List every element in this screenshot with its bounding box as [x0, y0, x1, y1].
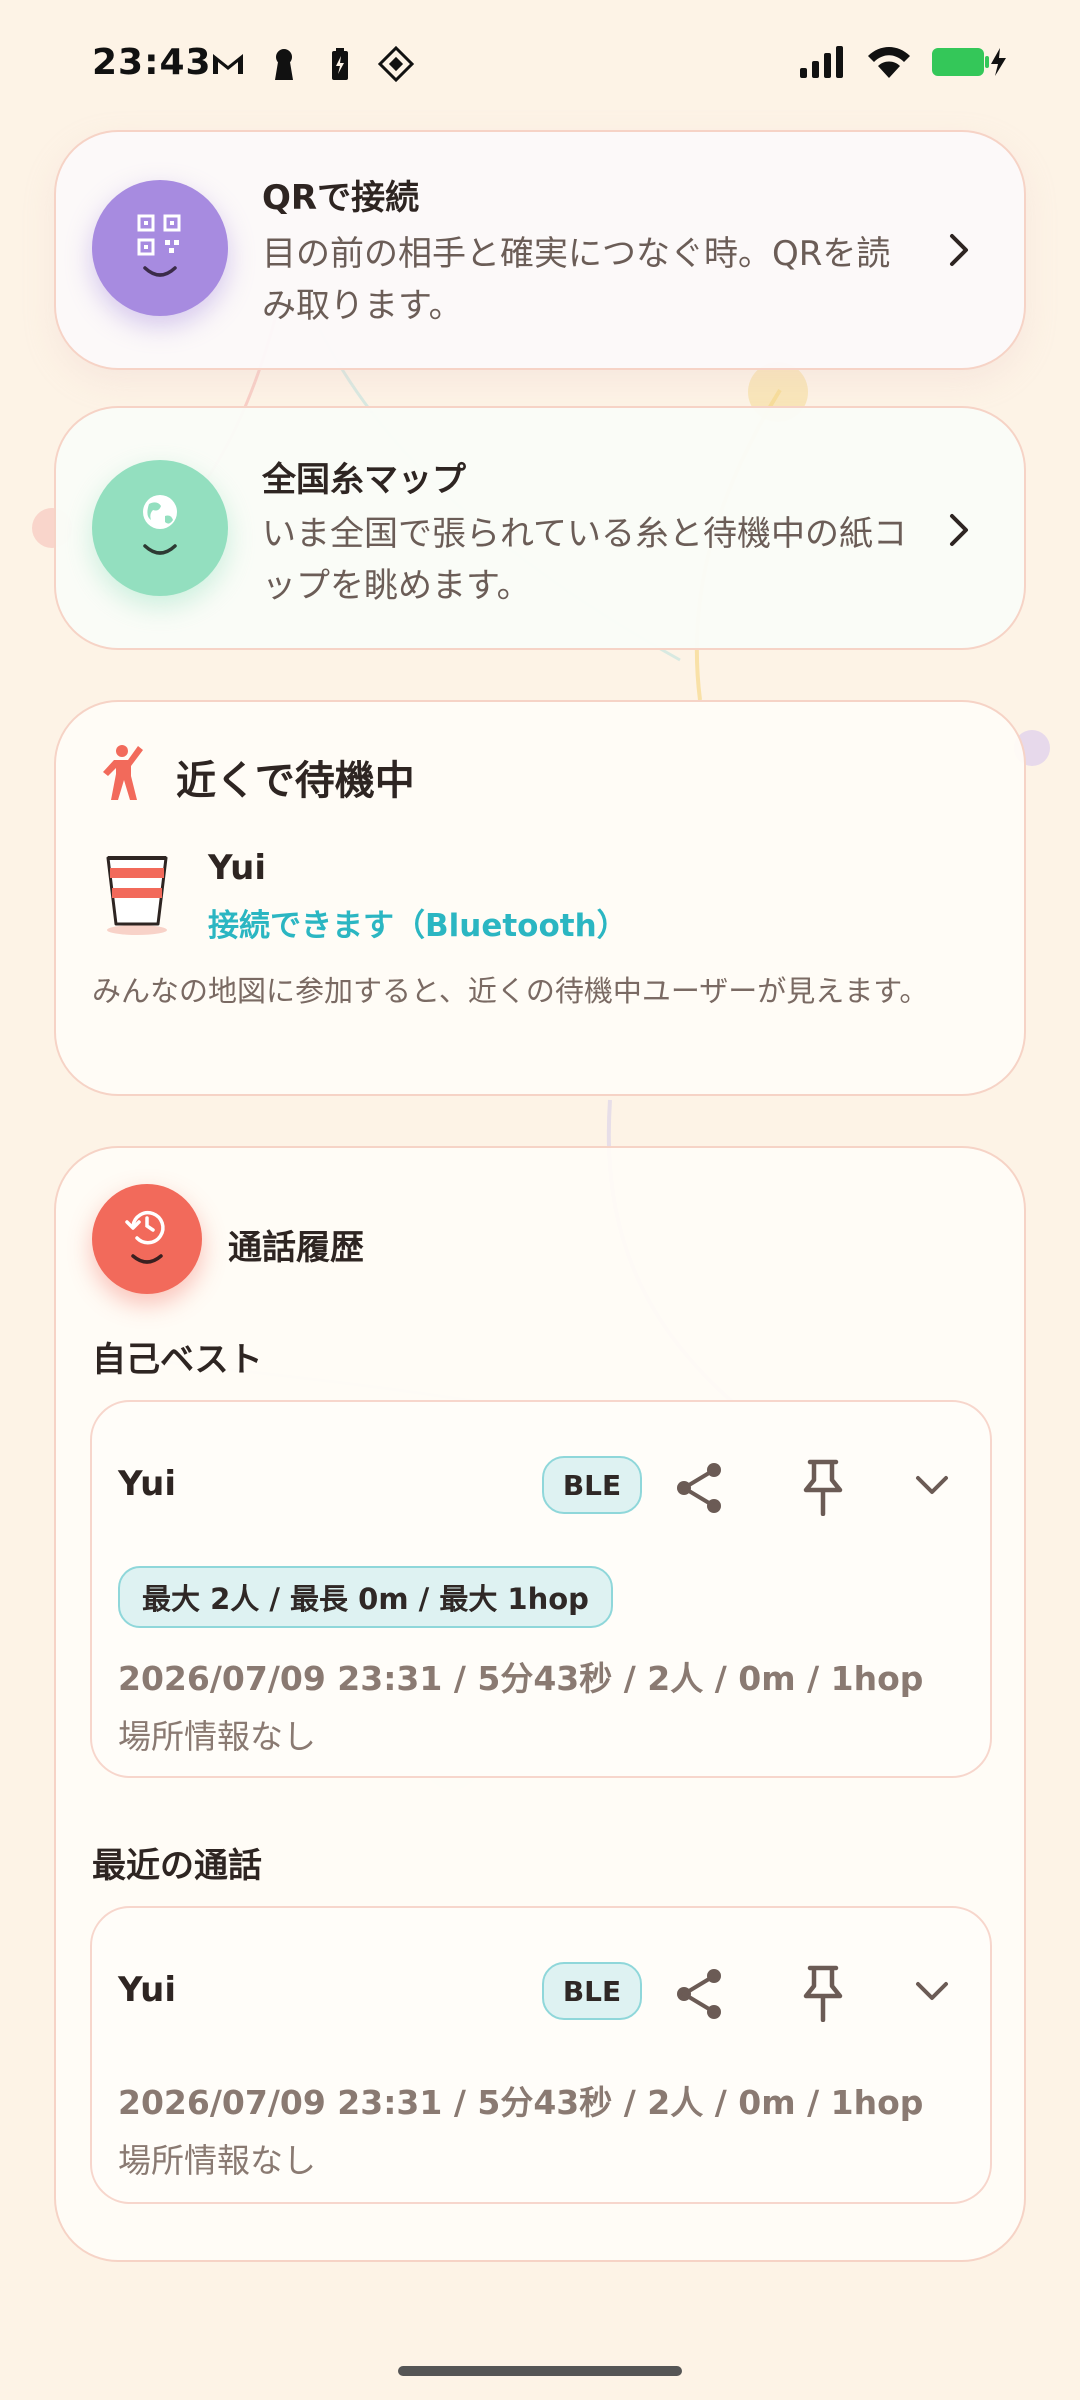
call-location-text: 場所情報なし — [118, 2141, 316, 2180]
best-call-card[interactable]: Yui BLE 最大 2人 / 最長 0m / 最大 1hop 2026/07/… — [90, 1400, 992, 1778]
connection-type-badge: BLE — [542, 1456, 642, 1514]
history-title: 通話履歴 — [228, 1228, 364, 1268]
qr-code-icon — [137, 214, 181, 277]
chevron-down-icon[interactable] — [912, 1468, 952, 1504]
home-indicator[interactable] — [398, 2366, 682, 2376]
qr-card-title: QRで接続 — [262, 178, 420, 218]
qr-card-description: 目の前の相手と確実につなぐ時。QRを読み取ります。 — [262, 234, 891, 326]
globe-icon — [143, 495, 177, 555]
share-icon[interactable] — [672, 1966, 728, 2022]
call-detail-text: 2026/07/09 23:31 / 5分43秒 / 2人 / 0m / 1ho… — [118, 1659, 924, 1698]
call-location-text: 場所情報なし — [118, 1717, 316, 1756]
keyhole-icon — [266, 46, 302, 82]
map-card-title: 全国糸マップ — [262, 460, 466, 500]
person-waving-icon — [103, 745, 143, 800]
history-icon-badge — [92, 1184, 202, 1294]
best-stats-badge: 最大 2人 / 最長 0m / 最大 1hop — [118, 1566, 613, 1628]
signal-icon — [798, 44, 848, 84]
chevron-down-icon[interactable] — [912, 1974, 952, 2010]
system-icons — [798, 44, 1010, 84]
nearby-user-name: Yui — [208, 848, 267, 888]
app-icon — [377, 45, 415, 83]
pin-icon[interactable] — [798, 1458, 848, 1516]
battery-charging-icon — [930, 44, 1010, 84]
qr-icon-badge — [92, 180, 228, 316]
gmail-icon — [210, 46, 246, 82]
map-card-description: いま全国で張られている糸と待機中の紙コップを眺めます。 — [262, 514, 907, 606]
chevron-right-icon — [950, 234, 968, 266]
chevron-right-icon — [950, 514, 968, 546]
nearby-user-status[interactable]: 接続できます（Bluetooth） — [208, 900, 628, 945]
connection-type-badge: BLE — [542, 1962, 642, 2020]
share-icon[interactable] — [672, 1460, 728, 1516]
call-user-name: Yui — [118, 1464, 177, 1504]
pin-icon[interactable] — [798, 1964, 848, 2022]
paper-cup-icon — [106, 856, 168, 935]
call-history-card: 通話履歴 自己ベスト Yui BLE 最大 2人 / 最長 0m / 最大 1h… — [54, 1146, 1026, 2262]
nearby-waiting-card: 近くで待機中 Yui 接続できます（Bluetooth） みんなの地図に参加する… — [54, 700, 1026, 1096]
call-detail-text: 2026/07/09 23:31 / 5分43秒 / 2人 / 0m / 1ho… — [118, 2083, 924, 2122]
qr-connect-card[interactable]: QRで接続 目の前の相手と確実につなぐ時。QRを読み取ります。 — [54, 130, 1026, 370]
recent-call-card[interactable]: Yui BLE 2026/07/09 23:31 / 5分43秒 / 2人 / … — [90, 1906, 992, 2204]
recent-section-label: 最近の通話 — [92, 1846, 262, 1886]
history-icon — [125, 1210, 165, 1264]
battery-saver-icon — [322, 46, 358, 82]
status-bar: 23:43 — [0, 0, 1080, 130]
nearby-title: 近くで待機中 — [176, 758, 415, 804]
national-map-card[interactable]: 全国糸マップ いま全国で張られている糸と待機中の紙コップを眺めます。 — [54, 406, 1026, 650]
notification-icons — [210, 45, 415, 83]
best-section-label: 自己ベスト — [92, 1340, 263, 1380]
status-time: 23:43 — [92, 42, 212, 83]
nearby-hint-text: みんなの地図に参加すると、近くの待機中ユーザーが見えます。 — [92, 974, 929, 1008]
map-icon-badge — [92, 460, 228, 596]
wifi-icon — [866, 44, 912, 84]
call-user-name: Yui — [118, 1970, 177, 2010]
